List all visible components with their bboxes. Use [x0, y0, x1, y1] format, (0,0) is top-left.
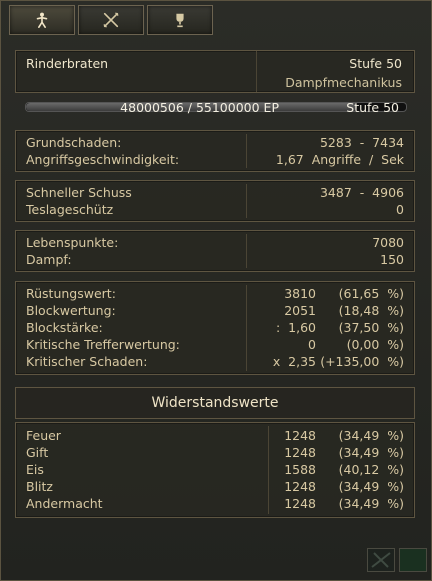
- vitals-panel: Lebenspunkte: 7080 Dampf: 150: [15, 230, 415, 272]
- resistance-fire-percent: (34,49 %): [338, 428, 404, 443]
- block-rating-percent: (18,48 %): [338, 303, 404, 318]
- steam-label: Dampf:: [26, 252, 72, 267]
- health-label: Lebenspunkte:: [26, 235, 119, 250]
- skill-divider: [246, 184, 247, 218]
- resistance-poison-label: Gift: [26, 445, 49, 460]
- experience-level: Stufe 50: [346, 100, 399, 115]
- resistances-panel: Feuer 1248 (34,49 %) Gift 1248 (34,49 %) Eis…: [15, 422, 415, 518]
- person-icon: [36, 12, 48, 29]
- resistance-poison-value: 1248: [284, 445, 316, 460]
- character-window: Rinderbraten Stufe 50 Dampfmechanikus 48…: [0, 0, 432, 581]
- experience-text: 48000506 / 55100000 EP: [120, 100, 279, 115]
- tab-skills[interactable]: [78, 5, 144, 35]
- character-level: Stufe 50: [349, 56, 402, 71]
- resistance-othermight-value: 1248: [284, 496, 316, 511]
- tesla-label: Teslageschütz: [26, 202, 114, 217]
- skill-name-label: Schneller Schuss: [26, 185, 132, 200]
- defense-divider: [246, 285, 247, 371]
- steam-value: 150: [380, 252, 404, 267]
- crit-rating-value: 0: [308, 337, 316, 352]
- tab-bar: [9, 5, 213, 35]
- character-header: Rinderbraten Stufe 50 Dampfmechanikus: [15, 50, 415, 93]
- character-class: Dampfmechanikus: [285, 75, 402, 90]
- armor-value: 3810: [284, 286, 316, 301]
- experience-section: 48000506 / 55100000 EP Stufe 50: [15, 94, 413, 120]
- base-damage-value: 5283 - 7434: [319, 135, 404, 150]
- damage-divider: [246, 134, 247, 168]
- resistance-fire-value: 1248: [284, 428, 316, 443]
- attack-speed-value: 1,67 Angriffe / Sek: [275, 152, 404, 167]
- armor-percent: (61,65 %): [338, 286, 404, 301]
- resistances-title: Widerstandswerte: [15, 387, 415, 419]
- emblem-icon: [367, 548, 395, 572]
- resistance-othermight-percent: (34,49 %): [338, 496, 404, 511]
- resistance-poison-percent: (34,49 %): [338, 445, 404, 460]
- resistance-lightning-label: Blitz: [26, 479, 53, 494]
- crossed-swords-icon: [103, 12, 119, 28]
- attack-speed-label: Angriffsgeschwindigkeit:: [26, 152, 180, 167]
- resistance-lightning-percent: (34,49 %): [338, 479, 404, 494]
- skill-damage-value: 3487 - 4906: [319, 185, 404, 200]
- crit-rating-percent: (0,00 %): [346, 337, 404, 352]
- block-strength-percent: (37,50 %): [338, 320, 404, 335]
- armor-label: Rüstungswert:: [26, 286, 116, 301]
- defense-panel: Rüstungswert: 3810 (61,65 %) Blockwertung:…: [15, 281, 415, 375]
- crit-rating-label: Kritische Trefferwertung:: [26, 337, 180, 352]
- crit-damage-label: Kritischer Schaden:: [26, 354, 148, 369]
- character-name: Rinderbraten: [26, 56, 109, 71]
- tesla-value: 0: [396, 202, 404, 217]
- skill-panel: Schneller Schuss 3487 - 4906 Teslageschüt…: [15, 180, 415, 222]
- base-damage-label: Grundschaden:: [26, 135, 122, 150]
- block-strength-value: : 1,60: [276, 320, 316, 335]
- block-strength-label: Blockstärke:: [26, 320, 103, 335]
- resistance-ice-label: Eis: [26, 462, 44, 477]
- vitals-divider: [246, 234, 247, 268]
- damage-panel: Grundschaden: 5283 - 7434 Angriffsgeschwi…: [15, 130, 415, 172]
- header-divider: [256, 51, 257, 92]
- crit-damage-value: x 2,35: [272, 354, 316, 369]
- crit-damage-percent: (+135,00 %): [320, 354, 404, 369]
- resistance-fire-label: Feuer: [26, 428, 61, 443]
- resistances-divider: [268, 426, 269, 514]
- block-rating-value: 2051: [284, 303, 316, 318]
- health-value: 7080: [372, 235, 404, 250]
- tab-stats[interactable]: [9, 5, 75, 35]
- resistance-ice-percent: (40,12 %): [338, 462, 404, 477]
- trophy-icon: [176, 13, 184, 28]
- block-rating-label: Blockwertung:: [26, 303, 116, 318]
- status-icon: [399, 548, 427, 572]
- resistance-ice-value: 1588: [284, 462, 316, 477]
- resistance-lightning-value: 1248: [284, 479, 316, 494]
- resistance-othermight-label: Andermacht: [26, 496, 103, 511]
- tab-achievements[interactable]: [147, 5, 213, 35]
